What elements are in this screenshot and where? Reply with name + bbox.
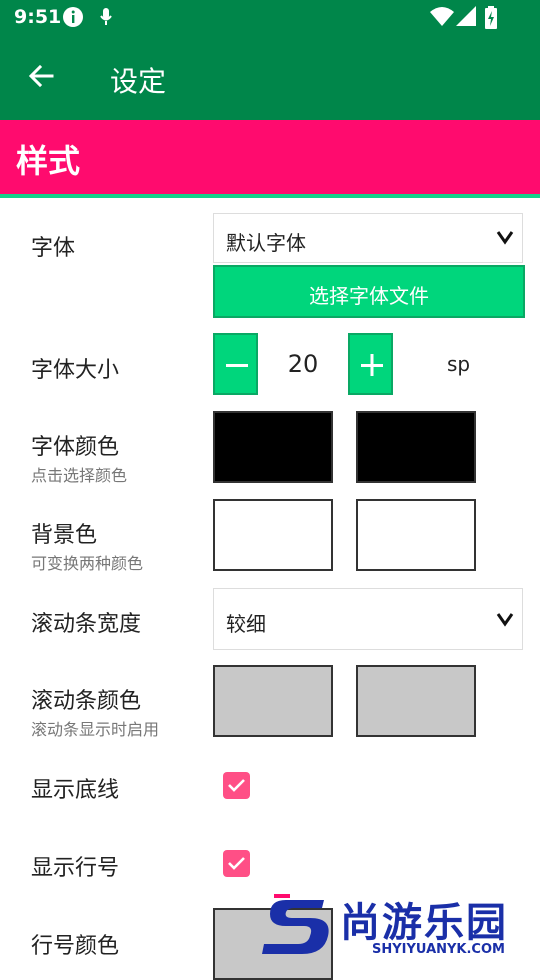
show-line-numbers-label: 显示行号 [31,856,120,881]
chevron-down-icon [496,231,514,245]
section-title: 样式 [16,142,81,180]
wifi-icon [430,6,454,32]
microphone-icon [99,6,113,32]
font-size-label: 字体大小 [31,358,120,383]
font-select[interactable]: 默认字体 [213,213,523,263]
decrease-font-size-button[interactable] [213,333,258,395]
scrollbar-color-swatch-2[interactable] [356,665,476,737]
watermark-text: 尚游乐园 [340,900,508,946]
scrollbar-color-label: 滚动条颜色 [31,689,142,714]
battery-charging-icon [484,6,498,34]
show-line-numbers-checkbox[interactable] [223,850,250,877]
bg-color-swatch-1[interactable] [213,499,333,571]
line-number-color-label: 行号颜色 [31,934,120,959]
font-color-sublabel: 点击选择颜色 [31,466,128,485]
plus-icon [361,354,383,376]
arrow-left-icon [28,64,54,88]
section-header: 样式 [0,120,540,198]
scrollbar-color-sublabel: 滚动条显示时启用 [31,720,160,739]
info-icon [62,6,84,32]
app-bar: 设定 [0,36,540,120]
scrollbar-color-swatch-1[interactable] [213,665,333,737]
font-color-swatch-2[interactable] [356,411,476,483]
minus-icon [226,364,248,367]
font-select-value: 默认字体 [226,231,306,255]
scrollbar-width-label: 滚动条宽度 [31,612,142,637]
font-size-value[interactable]: 20 [258,333,348,395]
choose-font-file-label: 选择字体文件 [309,284,429,308]
show-underline-checkbox[interactable] [223,772,250,799]
font-label: 字体 [31,236,76,261]
signal-icon [456,6,476,32]
scrollbar-width-select[interactable]: 较细 [213,588,523,650]
watermark-logo: 尚游乐园 SHYIYUANYK.COM [262,892,540,960]
chevron-down-icon [496,613,514,627]
font-color-label: 字体颜色 [31,435,120,460]
font-color-swatch-1[interactable] [213,411,333,483]
page-title: 设定 [110,65,167,98]
checkmark-icon [228,779,245,792]
increase-font-size-button[interactable] [348,333,393,395]
scrollbar-width-value: 较细 [226,612,266,636]
watermark-s-logo [262,894,329,954]
show-underline-label: 显示底线 [31,778,120,803]
watermark-domain: SHYIYUANYK.COM [372,942,505,957]
font-size-unit: sp [447,352,471,376]
back-button[interactable] [26,60,62,96]
bg-color-swatch-2[interactable] [356,499,476,571]
bg-color-sublabel: 可变换两种颜色 [31,554,144,573]
status-time: 9:51 [14,6,62,28]
checkmark-icon [228,857,245,870]
choose-font-file-button[interactable]: 选择字体文件 [213,265,525,318]
status-bar: 9:51 [0,0,540,36]
bg-color-label: 背景色 [31,523,98,548]
